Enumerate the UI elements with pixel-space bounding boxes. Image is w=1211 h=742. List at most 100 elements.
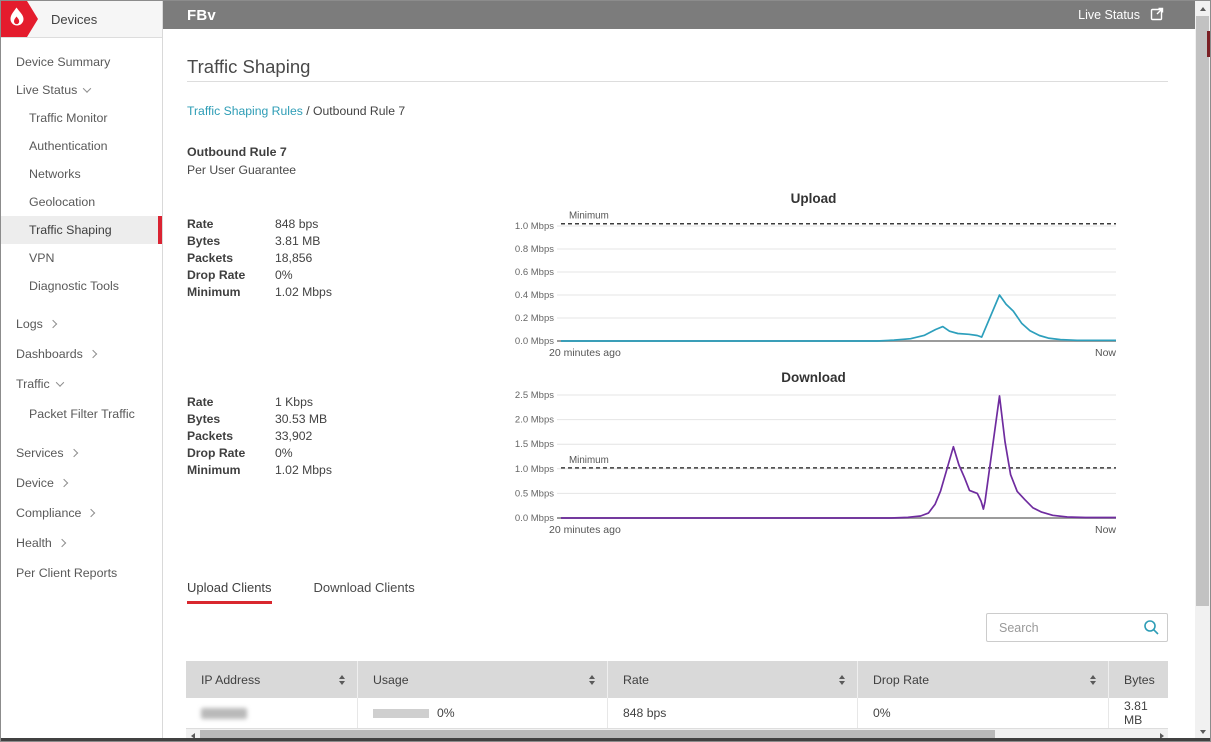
sidebar-item-traffic-shaping[interactable]: Traffic Shaping bbox=[1, 216, 162, 244]
chevron-right-icon bbox=[60, 479, 68, 487]
chevron-right-icon bbox=[58, 539, 66, 547]
product-label: Devices bbox=[51, 12, 97, 27]
stat-row: Drop Rate0% bbox=[187, 444, 332, 461]
scroll-down-button[interactable] bbox=[1195, 724, 1210, 739]
sidebar-item-dashboards[interactable]: Dashboards bbox=[1, 339, 162, 369]
vertical-scrollbar[interactable] bbox=[1195, 1, 1210, 741]
sidebar-item-label: Health bbox=[16, 536, 52, 550]
table-header-row: IP AddressUsage Rate Drop Rate Bytes bbox=[186, 661, 1168, 698]
bytes-cell: 3.81 MB bbox=[1109, 698, 1168, 728]
x-axis-left-label: 20 minutes ago bbox=[549, 524, 621, 536]
live-status-button[interactable]: Live Status bbox=[1078, 6, 1165, 25]
sort-icon[interactable] bbox=[589, 675, 595, 685]
sidebar-item-label: Diagnostic Tools bbox=[29, 279, 119, 293]
stat-label: Rate bbox=[187, 395, 275, 409]
stat-value: 1.02 Mbps bbox=[275, 285, 332, 299]
chevron-right-icon bbox=[87, 509, 95, 517]
column-label: Rate bbox=[623, 673, 649, 687]
sidebar-item-services[interactable]: Services bbox=[1, 438, 162, 468]
sidebar-item-logs[interactable]: Logs bbox=[1, 309, 162, 339]
chevron-down-icon bbox=[56, 378, 64, 386]
sidebar-item-packet-filter-traffic[interactable]: Packet Filter Traffic bbox=[1, 399, 162, 429]
search-input[interactable] bbox=[986, 613, 1168, 642]
sidebar-item-traffic[interactable]: Traffic bbox=[1, 369, 162, 399]
sidebar-item-networks[interactable]: Networks bbox=[1, 160, 162, 188]
column-header-rate[interactable]: Rate bbox=[608, 661, 858, 698]
ip-address-redacted bbox=[201, 708, 247, 719]
stat-value: 33,902 bbox=[275, 429, 312, 443]
table-row[interactable]: 0% 848 bps 0% 3.81 MB bbox=[186, 698, 1168, 728]
rule-name: Outbound Rule 7 bbox=[187, 145, 296, 159]
sidebar-item-health[interactable]: Health bbox=[1, 528, 162, 558]
stat-label: Bytes bbox=[187, 234, 275, 248]
column-header-ip-address[interactable]: IP Address bbox=[186, 661, 358, 698]
breadcrumb-link[interactable]: Traffic Shaping Rules bbox=[187, 104, 303, 118]
sidebar-item-traffic-monitor[interactable]: Traffic Monitor bbox=[1, 104, 162, 132]
ip-address-cell bbox=[186, 698, 358, 728]
stat-value: 0% bbox=[275, 268, 293, 282]
title-divider bbox=[187, 81, 1168, 82]
sidebar-item-per-client-reports[interactable]: Per Client Reports bbox=[1, 558, 162, 588]
stat-value: 18,856 bbox=[275, 251, 312, 265]
upload-stats: Rate848 bps Bytes3.81 MB Packets18,856 D… bbox=[187, 215, 332, 300]
minimum-label: Minimum bbox=[569, 211, 609, 222]
column-label: Drop Rate bbox=[873, 673, 929, 687]
sidebar-item-geolocation[interactable]: Geolocation bbox=[1, 188, 162, 216]
sidebar-item-label: Compliance bbox=[16, 506, 81, 520]
stat-row: Rate1 Kbps bbox=[187, 393, 332, 410]
y-tick-label: 1.0 Mbps bbox=[515, 221, 554, 232]
sort-icon[interactable] bbox=[839, 675, 845, 685]
sidebar-item-label: Traffic Shaping bbox=[29, 223, 112, 237]
sidebar-item-label: Authentication bbox=[29, 139, 108, 153]
y-tick-label: 0.0 Mbps bbox=[515, 336, 554, 347]
sidebar-item-device-summary[interactable]: Device Summary bbox=[1, 48, 162, 76]
sort-icon[interactable] bbox=[339, 675, 345, 685]
column-header-drop-rate[interactable]: Drop Rate bbox=[858, 661, 1109, 698]
column-header-bytes[interactable]: Bytes bbox=[1109, 661, 1168, 698]
external-link-icon bbox=[1149, 6, 1165, 25]
stat-row: Minimum1.02 Mbps bbox=[187, 283, 332, 300]
chevron-right-icon bbox=[69, 449, 77, 457]
magnifier-icon[interactable] bbox=[1143, 619, 1160, 636]
sidebar-item-vpn[interactable]: VPN bbox=[1, 244, 162, 272]
usage-value: 0% bbox=[437, 706, 455, 720]
sidebar-item-label: Device Summary bbox=[16, 55, 110, 69]
tab-upload-clients[interactable]: Upload Clients bbox=[187, 580, 272, 604]
vertical-scrollbar-thumb[interactable] bbox=[1196, 16, 1209, 606]
live-status-label: Live Status bbox=[1078, 8, 1140, 22]
stat-row: Rate848 bps bbox=[187, 215, 332, 232]
sidebar-item-label: Networks bbox=[29, 167, 81, 181]
sidebar-item-device[interactable]: Device bbox=[1, 468, 162, 498]
stat-value: 30.53 MB bbox=[275, 412, 327, 426]
sidebar: Devices Device Summary Live Status Traffic… bbox=[1, 1, 163, 741]
stat-label: Packets bbox=[187, 251, 275, 265]
window-edge-marker bbox=[1207, 31, 1210, 57]
stat-label: Drop Rate bbox=[187, 268, 275, 282]
stat-value: 848 bps bbox=[275, 217, 318, 231]
tab-download-clients[interactable]: Download Clients bbox=[314, 580, 415, 604]
sidebar-item-label: Live Status bbox=[16, 83, 77, 97]
sidebar-item-authentication[interactable]: Authentication bbox=[1, 132, 162, 160]
sidebar-item-label: Device bbox=[16, 476, 54, 490]
download-chart: 2.5 Mbps2.0 Mbps1.5 Mbps1.0 Mbps0.5 Mbps… bbox=[501, 366, 1126, 544]
chevron-right-icon bbox=[89, 350, 97, 358]
stat-row: Drop Rate0% bbox=[187, 266, 332, 283]
column-header-usage[interactable]: Usage bbox=[358, 661, 608, 698]
sidebar-item-label: Geolocation bbox=[29, 195, 95, 209]
clients-table: IP AddressUsage Rate Drop Rate Bytes 0% 848… bbox=[186, 661, 1168, 728]
sidebar-item-compliance[interactable]: Compliance bbox=[1, 498, 162, 528]
sidebar-item-live-status[interactable]: Live Status bbox=[1, 76, 162, 104]
scroll-up-button[interactable] bbox=[1195, 1, 1210, 16]
series-line bbox=[561, 396, 1116, 518]
client-tabs: Upload Clients Download Clients bbox=[187, 580, 415, 604]
stat-row: Packets33,902 bbox=[187, 427, 332, 444]
sort-icon[interactable] bbox=[1090, 675, 1096, 685]
stat-row: Bytes3.81 MB bbox=[187, 232, 332, 249]
stat-value: 1 Kbps bbox=[275, 395, 313, 409]
y-tick-label: 0.2 Mbps bbox=[515, 313, 554, 324]
breadcrumb-current: Outbound Rule 7 bbox=[313, 104, 405, 118]
y-tick-label: 2.0 Mbps bbox=[515, 415, 554, 426]
sidebar-item-label: Per Client Reports bbox=[16, 566, 117, 580]
stat-label: Minimum bbox=[187, 285, 275, 299]
sidebar-item-diagnostic-tools[interactable]: Diagnostic Tools bbox=[1, 272, 162, 300]
